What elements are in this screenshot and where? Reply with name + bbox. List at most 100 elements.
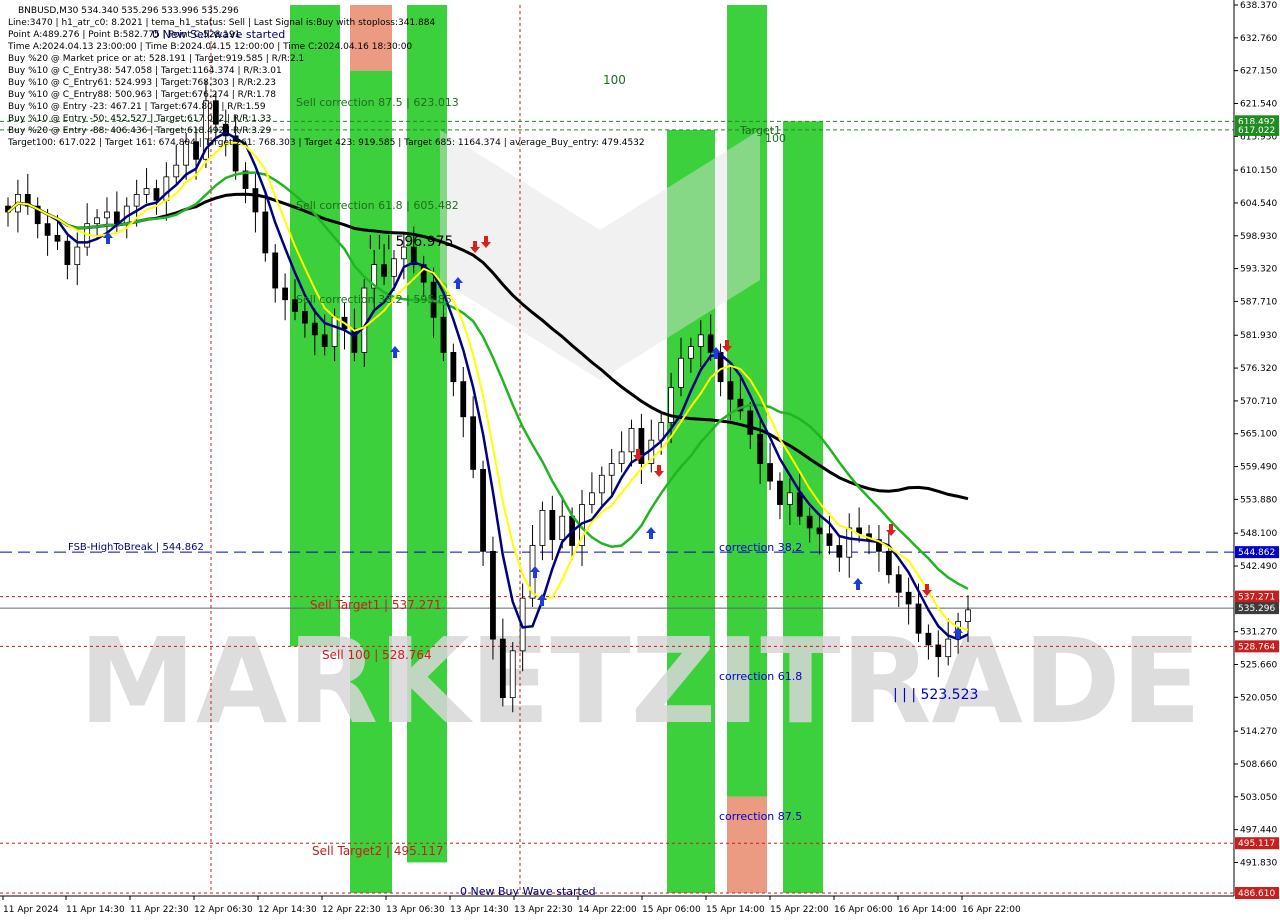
candle-body [786,492,793,505]
candle-body [44,223,51,236]
price-tag-label: 528.764 [1238,642,1275,652]
y-tick-label: 559.490 [1240,463,1277,473]
header-info-line: Buy %10 @ Entry -23: 467.21 | Target:674… [8,102,266,112]
candle-body [331,316,338,347]
x-tick-label: 15 Apr 22:00 [770,905,829,915]
label-sell-correction-875: Sell correction 87.5 | 623.013 [296,96,459,109]
watermark: MARKETZITRADE [79,612,1202,750]
label-100-mid: 100 [765,132,786,145]
candle-body [153,188,160,201]
candle-body [697,334,704,347]
zone-green-1 [350,70,392,893]
header-info-line: Buy %20 @ Market price or at: 528.191 | … [8,54,304,64]
candle-body [74,246,81,266]
y-tick-label: 525.660 [1240,661,1277,671]
candle-body [598,474,605,494]
price-tag-label: 486.610 [1238,889,1275,899]
price-chart[interactable]: MARKETZITRADE 0 New Sell wave started 0 … [0,0,1280,920]
price-tag-label: 537.271 [1238,593,1275,603]
label-correction-382: correction 38.2 [719,541,802,554]
candle-body [64,240,71,266]
candle-body [173,164,180,178]
y-tick-label: 632.760 [1240,34,1277,44]
y-tick-label: 570.710 [1240,397,1277,407]
header-info-line: Buy %10 @ C_Entry88: 500.963 | Target:67… [8,90,276,100]
candle-body [806,515,813,529]
candle-body [262,211,269,254]
x-tick-label: 13 Apr 22:30 [514,905,573,915]
candle-body [925,632,932,646]
candle-body [282,287,289,301]
candle-body [678,357,684,388]
candle-body [351,328,358,353]
candle-body [796,492,803,517]
candle-body [727,381,734,400]
price-tag-label: 535.296 [1238,604,1275,614]
label-correction-618: correction 61.8 [719,670,802,683]
y-tick-label: 598.930 [1240,232,1277,242]
x-tick-label: 13 Apr 06:30 [386,905,445,915]
candle-body [302,311,308,324]
candle-body [777,480,783,505]
x-tick-label: 16 Apr 06:00 [834,905,893,915]
y-tick-label: 621.540 [1240,99,1277,109]
header-symbol-line: BNBUSD,M30 534.340 535.296 533.996 535.2… [18,6,239,16]
label-correction-875: correction 87.5 [719,810,802,823]
candle-body [618,451,625,464]
x-tick-label: 11 Apr 2024 [3,905,59,915]
candle-body [589,492,595,505]
candle-body [104,211,110,219]
y-tick-label: 497.440 [1240,826,1277,836]
candle-body [440,316,447,353]
candle-body [895,574,902,593]
header-info-line: Buy %20 @ Entry -88: 406.436 | Target:61… [8,126,272,136]
y-tick-label: 581.930 [1240,331,1277,341]
price-tag-label: 495.117 [1238,839,1275,849]
y-tick-label: 604.540 [1240,199,1277,209]
zone-green-7 [783,121,823,894]
candle-body [539,509,546,546]
y-tick-label: 565.100 [1240,430,1277,440]
label-sell-target2: Sell Target2 | 495.117 [312,844,444,858]
x-axis-panel [0,896,1280,920]
x-tick-label: 11 Apr 14:30 [66,905,125,915]
y-tick-label: 553.880 [1240,495,1277,505]
x-tick-label: 12 Apr 06:30 [194,905,253,915]
candle-body [321,334,328,347]
candle-body [391,258,397,277]
candle-body [480,469,486,552]
candle-body [826,533,833,546]
candle-body [381,264,387,277]
x-tick-label: 13 Apr 14:30 [450,905,509,915]
candle-body [311,322,318,336]
header-info-line: Target100: 617.022 | Target 161: 674.804… [7,138,645,148]
label-sell-correction-382: Sell correction 38.2 | 595.85 [296,293,452,306]
candle-body [767,463,773,482]
candle-body [816,527,823,535]
y-tick-label: 593.320 [1240,265,1277,275]
candle-body [133,194,140,207]
candle-body [846,527,853,558]
y-tick-label: 508.660 [1240,760,1277,770]
x-tick-label: 14 Apr 22:00 [578,905,637,915]
x-tick-label: 12 Apr 22:30 [322,905,381,915]
x-tick-label: 11 Apr 22:30 [130,905,189,915]
header-info-line: Buy %10 @ C_Entry61: 524.993 | Target:76… [8,78,276,88]
label-fsb: FSB-HighToBreak | 544.862 [68,542,204,553]
x-tick-label: 15 Apr 14:00 [706,905,765,915]
y-tick-label: 638.370 [1240,1,1277,11]
candle-body [915,603,922,634]
header-info-line: Buy %10 @ Entry -50: 452.527 | Target:61… [8,114,271,124]
chart-root: MARKETZITRADE 0 New Sell wave started 0 … [0,0,1280,920]
y-tick-label: 542.490 [1240,562,1277,572]
candle-body [252,188,259,213]
candle-body [945,638,952,658]
candle-body [608,463,615,476]
label-level-523: | | | 523.523 [893,687,978,703]
y-tick-label: 503.050 [1240,793,1277,803]
label-sell-100: Sell 100 | 528.764 [322,648,432,662]
label-100-top: 100 [603,73,626,87]
y-tick-label: 587.710 [1240,297,1277,307]
candle-body [490,550,496,640]
candle-body [272,252,279,289]
